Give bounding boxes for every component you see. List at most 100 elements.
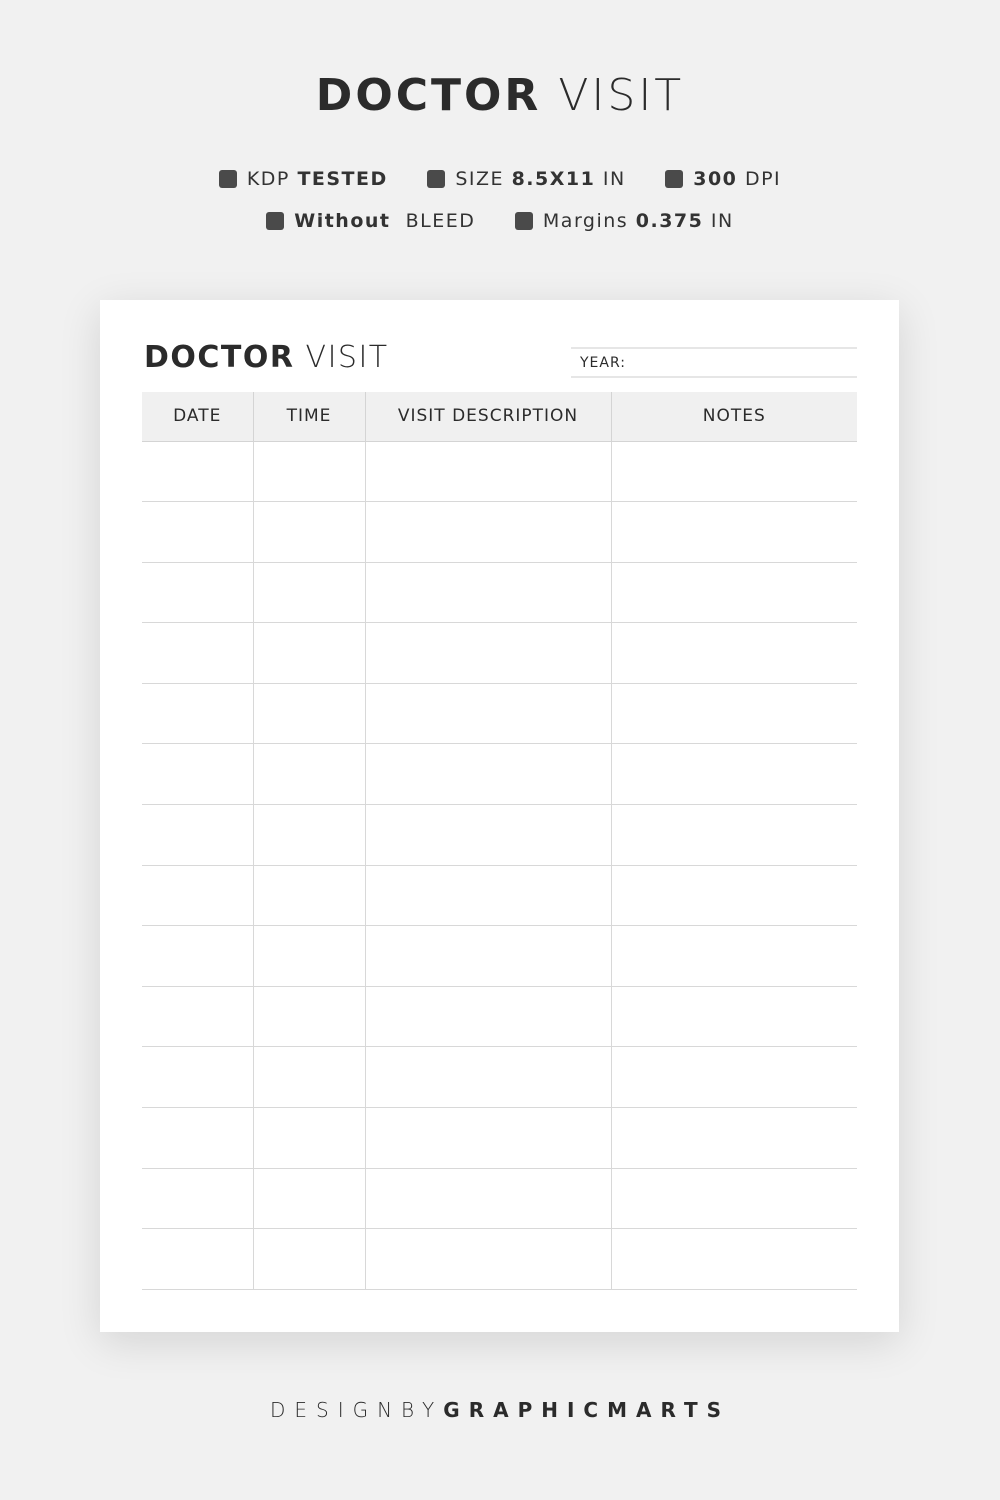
table-cell[interactable] — [252, 743, 365, 806]
table-cell[interactable] — [610, 925, 857, 987]
table-cell[interactable] — [610, 865, 857, 927]
table-cell[interactable] — [610, 986, 857, 1048]
feature-text: 300 — [693, 168, 738, 190]
table-row — [142, 562, 857, 624]
table-cell[interactable] — [610, 804, 857, 866]
table-cell[interactable] — [142, 1168, 253, 1230]
table-cell[interactable] — [610, 1228, 857, 1290]
feature-text: Without — [294, 210, 391, 232]
table-cell[interactable] — [252, 562, 365, 624]
table-cell[interactable] — [142, 804, 253, 866]
table-cell[interactable] — [142, 743, 253, 806]
feature-size: SIZE 8.5X11 IN — [427, 168, 625, 190]
table-cell[interactable] — [142, 562, 253, 624]
page-title-light: VISIT — [305, 340, 389, 375]
table-cell[interactable] — [364, 925, 611, 987]
square-bullet-icon — [665, 170, 684, 188]
table-cell[interactable] — [142, 441, 253, 503]
footer-light: DESIGNBY — [269, 1398, 444, 1422]
page-title-bold: DOCTOR — [144, 340, 295, 375]
table-cell[interactable] — [610, 1107, 857, 1169]
table-row — [142, 1168, 857, 1230]
table-cell[interactable] — [252, 1168, 365, 1230]
column-header-visit-description: VISIT DESCRIPTION — [364, 392, 611, 442]
table-cell[interactable] — [610, 1046, 857, 1109]
table-cell[interactable] — [364, 441, 611, 503]
column-header-notes: NOTES — [610, 392, 857, 442]
table-cell[interactable] — [142, 1046, 253, 1109]
table-cell[interactable] — [610, 743, 857, 806]
table-cell[interactable] — [364, 1228, 611, 1290]
table-row — [142, 501, 857, 563]
table-cell[interactable] — [142, 622, 253, 684]
feature-text: IN — [602, 168, 626, 190]
table-cell[interactable] — [142, 501, 253, 563]
table-cell[interactable] — [364, 1046, 611, 1109]
table-cell[interactable] — [610, 441, 857, 503]
square-bullet-icon — [514, 212, 533, 230]
table-row — [142, 1228, 857, 1290]
feature-text: Margins — [542, 210, 629, 232]
planner-page: DOCTOR VISIT YEAR: DATE TIME VISIT DESCR… — [100, 300, 899, 1332]
table-cell[interactable] — [610, 562, 857, 624]
table-cell[interactable] — [252, 925, 365, 987]
table-cell[interactable] — [610, 1168, 857, 1230]
table-cell[interactable] — [142, 986, 253, 1048]
table-cell[interactable] — [364, 562, 611, 624]
feature-kdp: KDP TESTED — [218, 168, 388, 190]
table-cell[interactable] — [142, 683, 253, 745]
table-cell[interactable] — [142, 1107, 253, 1169]
table-cell[interactable] — [252, 683, 365, 745]
feature-text: SIZE — [455, 168, 505, 190]
table-cell[interactable] — [252, 804, 365, 866]
feature-text: 8.5X11 — [511, 168, 596, 190]
feature-text: BLEED — [405, 210, 476, 232]
table-cell[interactable] — [364, 1107, 611, 1169]
feature-text: IN — [710, 210, 734, 232]
table-cell[interactable] — [364, 865, 611, 927]
feature-text: KDP — [246, 168, 290, 190]
table-cell[interactable] — [364, 986, 611, 1048]
table-cell[interactable] — [364, 501, 611, 563]
table-cell[interactable] — [142, 865, 253, 927]
column-header-date: DATE — [142, 392, 253, 442]
table-cell[interactable] — [364, 683, 611, 745]
header-title: DOCTOR VISIT — [0, 70, 1000, 121]
table-cell[interactable] — [142, 1228, 253, 1290]
feature-dpi: 300 DPI — [665, 168, 781, 190]
footer-bold: GRAPHICMARTS — [443, 1398, 731, 1422]
table-cell[interactable] — [364, 804, 611, 866]
square-bullet-icon — [427, 170, 446, 188]
year-label: YEAR: — [580, 355, 626, 371]
table-cell[interactable] — [252, 865, 365, 927]
table-cell[interactable] — [252, 1107, 365, 1169]
table-cell[interactable] — [252, 1228, 365, 1290]
table-row — [142, 743, 857, 806]
title-light: VISIT — [558, 70, 685, 121]
table-cell[interactable] — [252, 1046, 365, 1109]
square-bullet-icon — [218, 170, 237, 188]
table-cell[interactable] — [610, 622, 857, 684]
column-header-time: TIME — [252, 392, 365, 442]
table-row — [142, 441, 857, 503]
table-cell[interactable] — [364, 622, 611, 684]
table-cell[interactable] — [252, 501, 365, 563]
feature-text: TESTED — [297, 168, 388, 190]
feature-bleed: Without BLEED — [266, 210, 475, 232]
table-cell[interactable] — [364, 743, 611, 806]
table-cell[interactable] — [610, 501, 857, 563]
table-row — [142, 865, 857, 927]
year-field[interactable]: YEAR: — [571, 347, 857, 378]
table-cell[interactable] — [252, 441, 365, 503]
table-cell[interactable] — [364, 1168, 611, 1230]
table-row — [142, 1046, 857, 1109]
footer-credit: DESIGNBYGRAPHICMARTS — [0, 1398, 1000, 1422]
table-cell[interactable] — [142, 925, 253, 987]
table-cell[interactable] — [252, 986, 365, 1048]
table-cell[interactable] — [610, 683, 857, 745]
table-row — [142, 622, 857, 684]
table-row — [142, 683, 857, 745]
feature-margins: Margins 0.375 IN — [514, 210, 734, 232]
title-bold: DOCTOR — [315, 70, 542, 121]
table-cell[interactable] — [252, 622, 365, 684]
